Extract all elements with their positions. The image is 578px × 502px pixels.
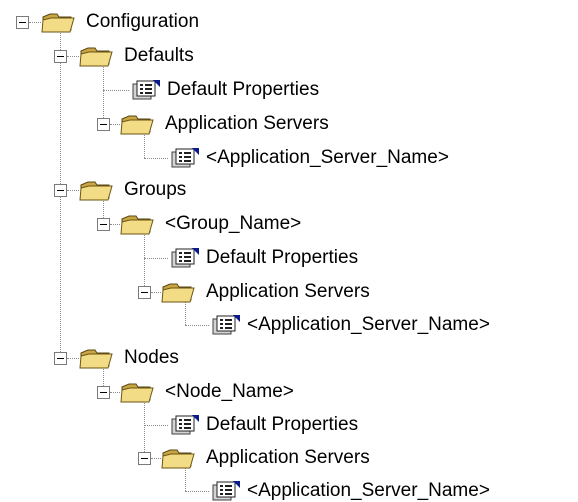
properties-icon	[171, 148, 199, 168]
properties-icon	[212, 315, 240, 335]
tree-node-group-application-server-name[interactable]: <Application_Server_Name>	[247, 314, 490, 336]
folder-icon	[161, 449, 195, 469]
tree-connector	[144, 258, 168, 259]
tree-node-configuration[interactable]: Configuration	[86, 11, 199, 33]
tree-connector	[144, 400, 145, 458]
tree-node-node-application-server-name[interactable]: <Application_Server_Name>	[247, 480, 490, 502]
tree-connector	[67, 56, 79, 57]
tree-connector	[151, 458, 161, 459]
folder-icon	[120, 115, 154, 135]
tree-node-node-default-properties[interactable]: Default Properties	[206, 414, 358, 436]
folder-icon	[120, 383, 154, 403]
tree-node-groups[interactable]: Groups	[124, 179, 186, 201]
folder-icon	[120, 215, 154, 235]
tree-connector	[144, 158, 168, 159]
tree-node-node-name[interactable]: <Node_Name>	[165, 381, 294, 403]
collapse-node-name-button[interactable]	[97, 386, 110, 399]
collapse-group-name-button[interactable]	[97, 218, 110, 231]
properties-icon	[171, 248, 199, 268]
tree-node-group-default-properties[interactable]: Default Properties	[206, 247, 358, 269]
tree-connector	[151, 292, 161, 293]
tree-connector	[110, 392, 120, 393]
collapse-group-application-servers-button[interactable]	[138, 286, 151, 299]
properties-icon	[171, 415, 199, 435]
folder-icon	[79, 349, 113, 369]
tree-connector	[103, 64, 104, 124]
tree-connector	[144, 232, 145, 292]
tree-connector	[67, 190, 79, 191]
tree-node-group-name[interactable]: <Group_Name>	[165, 213, 301, 235]
tree-connector	[185, 325, 209, 326]
configuration-tree: Configuration Defaults Default Propertie…	[0, 0, 578, 501]
tree-connector	[144, 425, 168, 426]
folder-icon	[79, 181, 113, 201]
folder-icon	[41, 13, 75, 33]
tree-connector	[110, 224, 120, 225]
tree-connector	[29, 22, 41, 23]
properties-icon	[132, 80, 160, 100]
folder-icon	[79, 47, 113, 67]
folder-icon	[161, 283, 195, 303]
collapse-defaults-button[interactable]	[54, 50, 67, 63]
tree-connector	[110, 124, 120, 125]
tree-node-defaults-default-properties[interactable]: Default Properties	[167, 79, 319, 101]
tree-node-group-application-servers[interactable]: Application Servers	[206, 281, 370, 303]
tree-node-defaults-application-server-name[interactable]: <Application_Server_Name>	[206, 147, 449, 169]
tree-node-node-application-servers[interactable]: Application Servers	[206, 447, 370, 469]
tree-node-defaults-application-servers[interactable]: Application Servers	[165, 113, 329, 135]
properties-icon	[212, 481, 240, 501]
tree-connector	[144, 133, 145, 158]
tree-node-defaults[interactable]: Defaults	[124, 45, 194, 67]
tree-connector	[67, 358, 79, 359]
tree-connector	[103, 90, 129, 91]
collapse-defaults-application-servers-button[interactable]	[97, 118, 110, 131]
collapse-nodes-button[interactable]	[54, 352, 67, 365]
tree-connector	[185, 491, 209, 492]
collapse-configuration-button[interactable]	[16, 16, 29, 29]
collapse-groups-button[interactable]	[54, 184, 67, 197]
collapse-node-application-servers-button[interactable]	[138, 452, 151, 465]
tree-node-nodes[interactable]: Nodes	[124, 347, 179, 369]
